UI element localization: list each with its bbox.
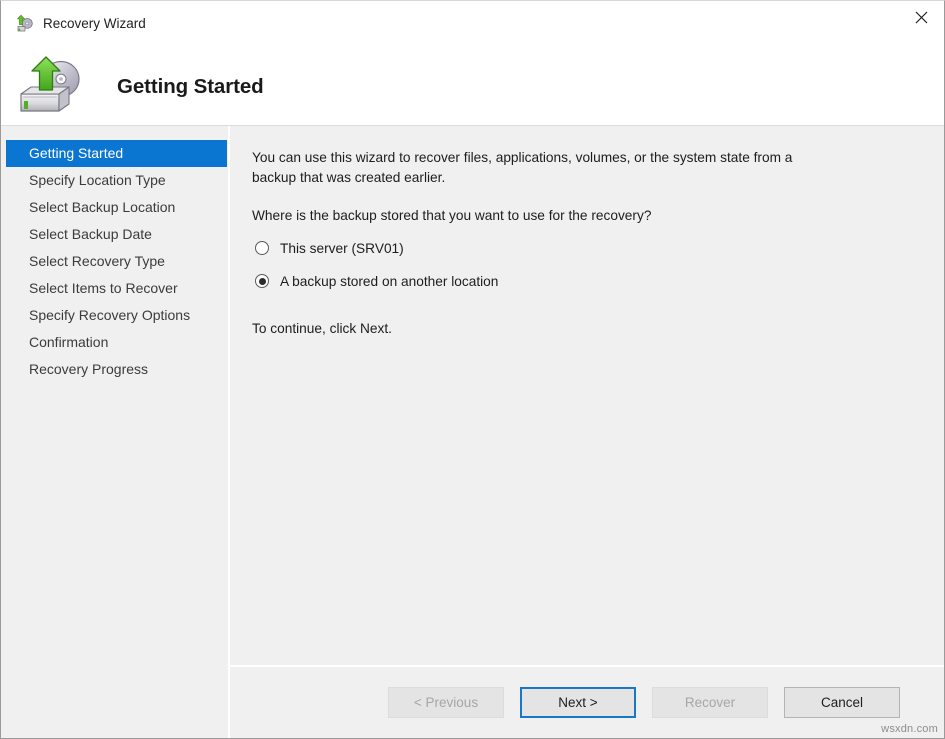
next-button-label: Next > [558, 695, 597, 710]
watermark: wsxdn.com [881, 723, 938, 735]
cancel-button[interactable]: Cancel [784, 687, 900, 718]
continue-text: To continue, click Next. [252, 319, 797, 339]
sidebar-item-select-backup-location[interactable]: Select Backup Location [6, 194, 228, 221]
title-bar: Recovery Wizard [1, 1, 944, 48]
sidebar-item-getting-started[interactable]: Getting Started [6, 140, 227, 167]
window-title: Recovery Wizard [43, 14, 146, 33]
sidebar-item-label: Specify Location Type [29, 172, 166, 188]
wizard-footer: < Previous Next > Recover Cancel [230, 665, 944, 738]
wizard-body: Getting Started Specify Location Type Se… [1, 126, 944, 738]
sidebar-item-select-items-to-recover[interactable]: Select Items to Recover [6, 275, 228, 302]
wizard-step-nav: Getting Started Specify Location Type Se… [1, 126, 230, 738]
question-text: Where is the backup stored that you want… [252, 206, 797, 226]
next-button[interactable]: Next > [520, 687, 636, 718]
sidebar-item-select-recovery-type[interactable]: Select Recovery Type [6, 248, 228, 275]
sidebar-item-label: Confirmation [29, 334, 108, 350]
page-title: Getting Started [117, 75, 264, 99]
sidebar-item-label: Specify Recovery Options [29, 307, 190, 323]
sidebar-item-select-backup-date[interactable]: Select Backup Date [6, 221, 228, 248]
sidebar-item-label: Select Items to Recover [29, 280, 178, 296]
recover-button[interactable]: Recover [652, 687, 768, 718]
radio-option-another-location[interactable]: A backup stored on another location [252, 274, 944, 289]
radio-option-this-server[interactable]: This server (SRV01) [252, 241, 944, 256]
recovery-wizard-window: Recovery Wizard [0, 0, 945, 739]
radio-button-unchecked-icon[interactable] [255, 241, 269, 255]
radio-option-label: A backup stored on another location [280, 274, 498, 289]
recover-button-label: Recover [685, 695, 735, 710]
close-icon[interactable] [898, 1, 944, 33]
sidebar-item-confirmation[interactable]: Confirmation [6, 329, 228, 356]
intro-text: You can use this wizard to recover files… [252, 148, 797, 187]
recovery-disk-large-icon [13, 54, 89, 120]
radio-option-label: This server (SRV01) [280, 241, 404, 256]
radio-button-checked-icon[interactable] [255, 274, 269, 288]
wizard-content-wrap: You can use this wizard to recover files… [230, 126, 944, 738]
sidebar-item-recovery-progress[interactable]: Recovery Progress [6, 356, 228, 383]
cancel-button-label: Cancel [821, 695, 863, 710]
sidebar-item-specify-location-type[interactable]: Specify Location Type [6, 167, 228, 194]
sidebar-item-label: Select Backup Date [29, 226, 152, 242]
previous-button[interactable]: < Previous [388, 687, 504, 718]
sidebar-item-label: Recovery Progress [29, 361, 148, 377]
wizard-content: You can use this wizard to recover files… [230, 126, 944, 665]
sidebar-item-label: Select Backup Location [29, 199, 175, 215]
sidebar-item-specify-recovery-options[interactable]: Specify Recovery Options [6, 302, 228, 329]
recovery-disk-icon [15, 14, 34, 33]
previous-button-label: < Previous [414, 695, 478, 710]
title-bar-left: Recovery Wizard [1, 1, 146, 33]
wizard-header: Getting Started [1, 48, 944, 126]
sidebar-item-label: Select Recovery Type [29, 253, 165, 269]
sidebar-item-label: Getting Started [29, 145, 123, 161]
